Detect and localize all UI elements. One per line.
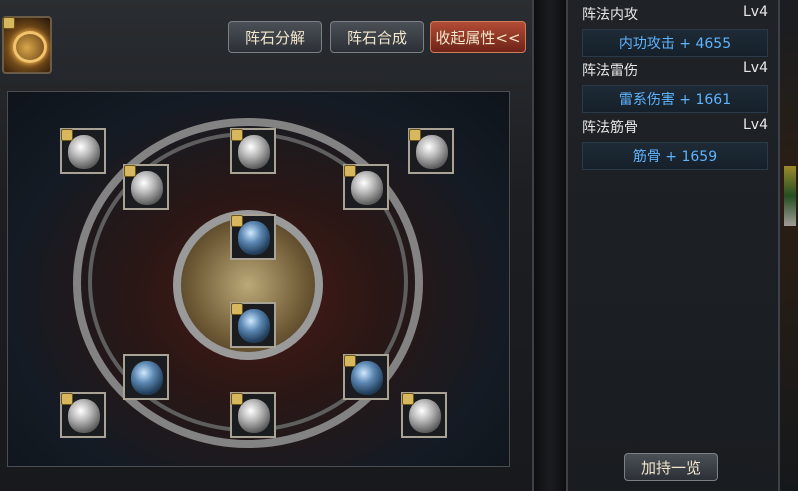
stone-ring-icon	[13, 31, 47, 63]
selected-stone-slot[interactable]	[2, 16, 52, 74]
formation-slot[interactable]	[60, 392, 106, 438]
formation-panel: 阵石分解 阵石合成 收起属性<<	[0, 0, 534, 491]
formation-slot[interactable]	[343, 164, 389, 210]
attribute-name: 阵法雷伤	[582, 63, 638, 79]
toolbar: 阵石分解 阵石合成 收起属性<<	[0, 0, 534, 88]
formation-slot[interactable]	[230, 302, 276, 348]
lock-icon	[409, 129, 421, 141]
decompose-button[interactable]: 阵石分解	[228, 21, 322, 53]
attribute-row: 阵法内攻 Lv4	[582, 4, 768, 26]
attribute-value: 筋骨 + 1659	[582, 142, 768, 170]
lock-icon	[231, 393, 243, 405]
formation-slot[interactable]	[123, 354, 169, 400]
lock-icon	[402, 393, 414, 405]
formation-slot[interactable]	[123, 164, 169, 210]
attribute-row: 阵法雷伤 Lv4	[582, 60, 768, 82]
lock-icon	[231, 215, 243, 227]
formation-board	[7, 91, 510, 467]
lock-icon	[231, 303, 243, 315]
formation-slot[interactable]	[401, 392, 447, 438]
lock-icon	[344, 355, 356, 367]
attribute-level: Lv4	[743, 117, 768, 133]
collapse-attributes-button[interactable]: 收起属性<<	[430, 21, 526, 53]
combine-button[interactable]: 阵石合成	[330, 21, 424, 53]
lock-icon	[61, 393, 73, 405]
attribute-value: 雷系伤害 + 1661	[582, 85, 768, 113]
stone-icon	[131, 361, 163, 395]
attribute-panel: 阵法内攻 Lv4 内功攻击 + 4655 阵法雷伤 Lv4 雷系伤害 + 166…	[566, 0, 780, 491]
formation-slot[interactable]	[343, 354, 389, 400]
panel-gap	[534, 0, 566, 491]
lock-icon	[231, 129, 243, 141]
lock-icon	[3, 17, 15, 29]
formation-slot[interactable]	[230, 128, 276, 174]
attribute-row: 阵法筋骨 Lv4	[582, 117, 768, 139]
formation-slot[interactable]	[230, 214, 276, 260]
attribute-name: 阵法内攻	[582, 7, 638, 23]
lock-icon	[61, 129, 73, 141]
lock-icon	[344, 165, 356, 177]
formation-slot[interactable]	[60, 128, 106, 174]
attribute-name: 阵法筋骨	[582, 120, 638, 136]
background-edge	[780, 0, 798, 491]
formation-slot[interactable]	[408, 128, 454, 174]
formation-slot[interactable]	[230, 392, 276, 438]
attribute-value: 内功攻击 + 4655	[582, 29, 768, 57]
attribute-level: Lv4	[743, 4, 768, 20]
bonus-overview-button[interactable]: 加持一览	[624, 453, 718, 481]
background-decoration	[784, 166, 796, 226]
attribute-level: Lv4	[743, 60, 768, 76]
lock-icon	[124, 165, 136, 177]
